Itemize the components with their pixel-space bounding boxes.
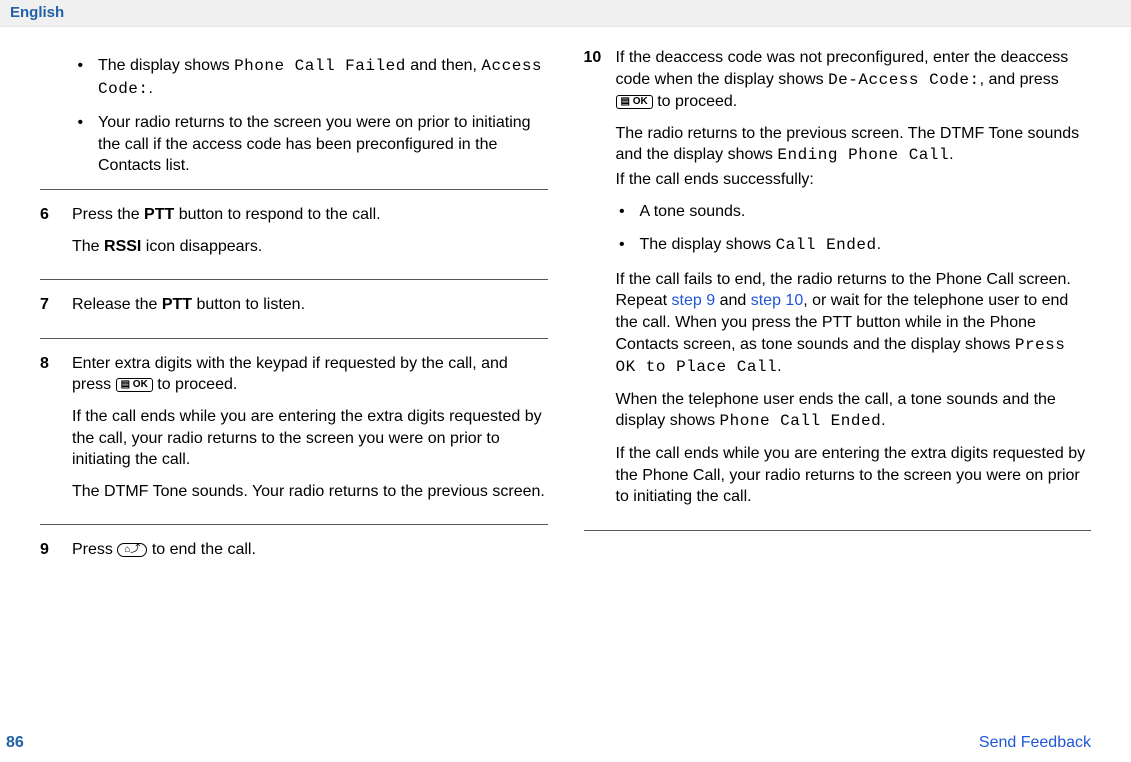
step-number: 10 [584,47,602,518]
bold-text: PTT [162,296,192,313]
text: , and press [980,71,1059,88]
mono-text: Phone Call Failed [234,57,406,75]
footer: 86 Send Feedback [0,734,1131,752]
text: . [149,80,153,97]
step-body: Enter extra digits with the keypad if re… [72,353,548,513]
send-feedback-link[interactable]: Send Feedback [979,734,1091,752]
text: If the deaccess code was not preconfigur… [616,47,1092,113]
intro-bullets: The display shows Phone Call Failed and … [70,55,548,177]
separator [40,338,548,339]
text: button to listen. [192,296,305,313]
text: Press the [72,206,144,223]
text: If the call fails to end, the radio retu… [616,269,1092,379]
text: The DTMF Tone sounds. Your radio returns… [72,481,548,503]
text: The [72,238,104,255]
text: . [949,146,953,163]
step-number: 9 [40,539,58,571]
text: The RSSI icon disappears. [72,236,548,258]
text: and [715,292,751,309]
text: If the call ends while you are entering … [72,406,548,471]
text: The display shows [98,57,234,74]
step-body: Release the PTT button to listen. [72,294,548,326]
text: to proceed. [657,93,737,110]
text: Release the [72,296,162,313]
text: The radio returns to the previous screen… [616,123,1092,167]
mono-text: Ending Phone Call [777,146,949,164]
page-content: The display shows Phone Call Failed and … [0,27,1131,577]
step-8: 8 Enter extra digits with the keypad if … [40,353,548,513]
home-button-icon: ⌂⤴ [117,543,147,557]
bold-text: RSSI [104,238,141,255]
separator [40,279,548,280]
text: Press [72,541,117,558]
step-number: 6 [40,204,58,267]
text: Your radio returns to the screen you wer… [98,114,531,174]
text: Enter extra digits with the keypad if re… [72,353,548,396]
left-column: The display shows Phone Call Failed and … [40,47,548,577]
text: . [877,236,881,253]
step-6: 6 Press the PTT button to respond to the… [40,204,548,267]
step-9: 9 Press ⌂⤴ to end the call. [40,539,548,571]
mono-text: Phone Call Ended [720,412,882,430]
step-number: 8 [40,353,58,513]
step-9-link[interactable]: step 9 [672,292,716,309]
page-number: 86 [6,734,24,752]
ok-button-icon: ▤ OK [116,378,153,392]
header-band: English [0,0,1131,27]
mono-text: De-Access Code: [828,71,980,89]
list-item: A tone sounds. [634,201,1092,223]
text: Release the PTT button to listen. [72,294,548,316]
separator [40,524,548,525]
right-column: 10 If the deaccess code was not preconfi… [584,47,1092,577]
mono-text: Call Ended [776,236,877,254]
list-item: The display shows Phone Call Failed and … [92,55,548,100]
text: to end the call. [152,541,256,558]
text: . [881,412,885,429]
text: When the telephone user ends the call, a… [616,389,1092,433]
separator [584,530,1092,531]
separator [40,189,548,190]
step-10: 10 If the deaccess code was not preconfi… [584,47,1092,518]
text: to proceed. [157,376,237,393]
text: The display shows [640,236,776,253]
step-7: 7 Release the PTT button to listen. [40,294,548,326]
text: If the call ends while you are entering … [616,443,1092,508]
list-item: Your radio returns to the screen you wer… [92,112,548,177]
ok-button-icon: ▤ OK [616,95,653,109]
bold-text: PTT [144,206,174,223]
language-label: English [10,4,64,21]
success-bullets: A tone sounds. The display shows Call En… [616,201,1092,257]
list-item: The display shows Call Ended. [634,234,1092,257]
text: Press the PTT button to respond to the c… [72,204,548,226]
step-number: 7 [40,294,58,326]
step-body: Press the PTT button to respond to the c… [72,204,548,267]
text: icon disappears. [141,238,262,255]
text: . [777,358,781,375]
step-10-link[interactable]: step 10 [751,292,803,309]
text: A tone sounds. [640,203,746,220]
step-body: If the deaccess code was not preconfigur… [616,47,1092,518]
text: Press ⌂⤴ to end the call. [72,539,548,561]
step-body: Press ⌂⤴ to end the call. [72,539,548,571]
text: button to respond to the call. [174,206,380,223]
text: and then, [406,57,482,74]
text: If the call ends successfully: [616,169,1092,191]
